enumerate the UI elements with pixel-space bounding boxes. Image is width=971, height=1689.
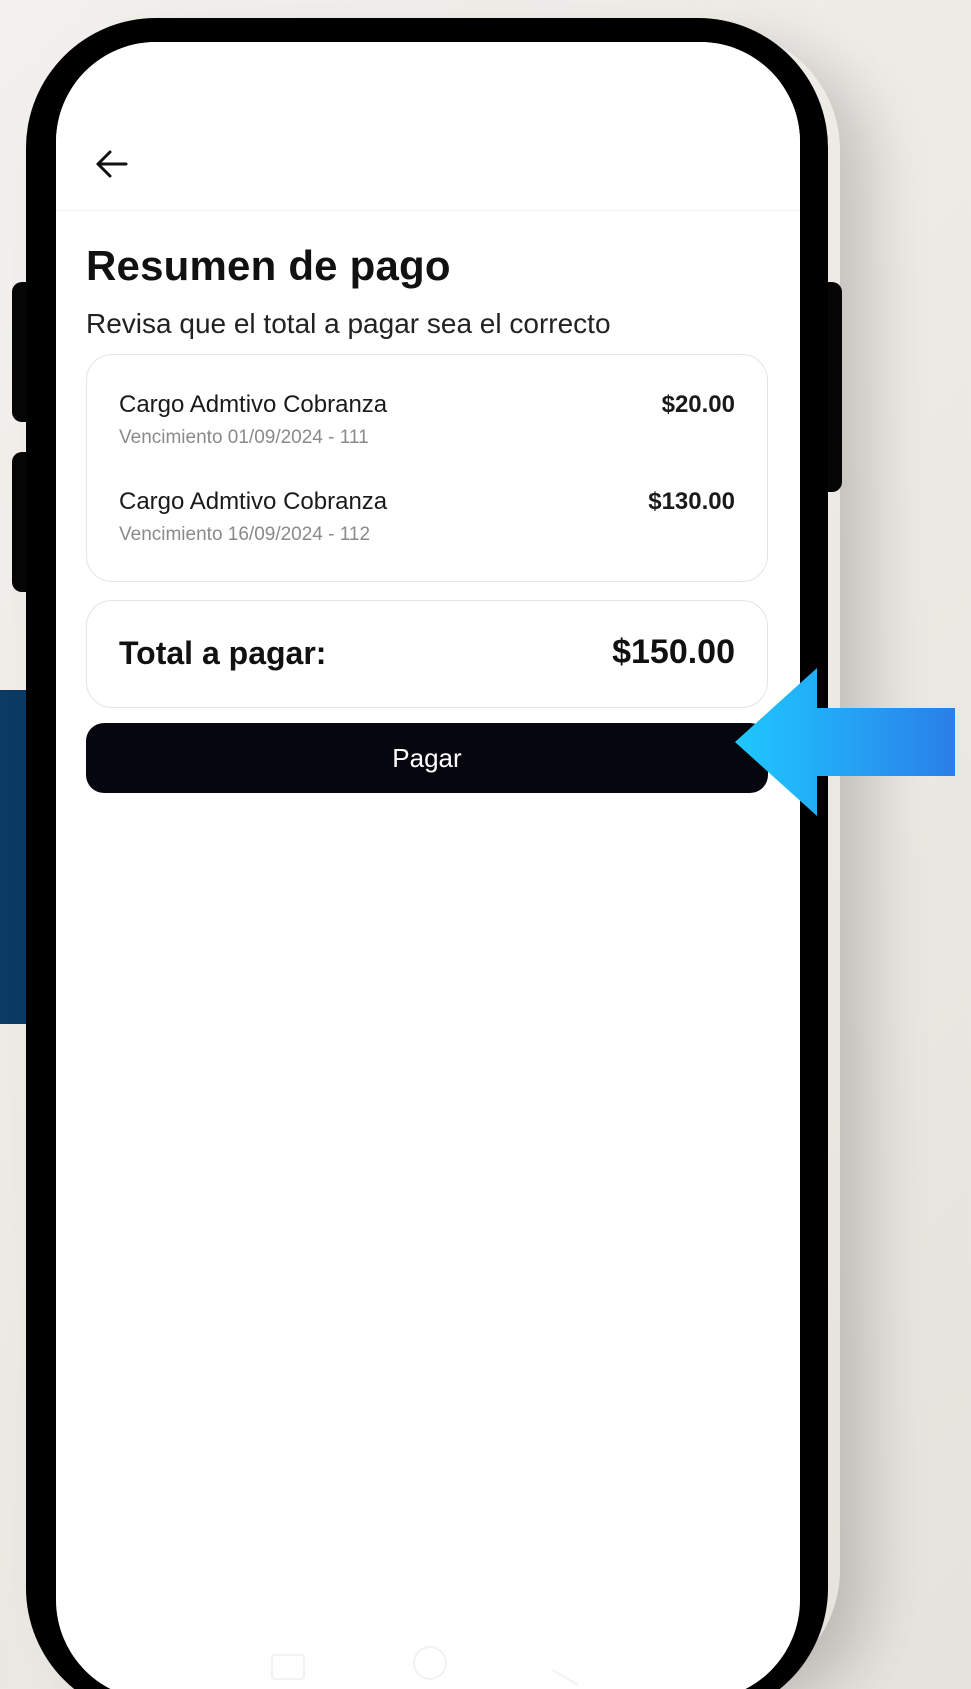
- nav-hint-recent: [271, 1654, 305, 1680]
- charge-amount: $130.00: [648, 488, 735, 515]
- total-label: Total a pagar:: [119, 635, 327, 671]
- phone-screen: Resumen de pago Revisa que el total a pa…: [56, 42, 800, 1689]
- charge-due-date: Vencimiento 16/09/2024 - 112: [119, 524, 371, 545]
- charge-item: Cargo Admtivo Cobranza Vencimiento 01/09…: [119, 391, 735, 461]
- charges-card: Cargo Admtivo Cobranza Vencimiento 01/09…: [86, 354, 768, 582]
- total-card: Total a pagar: $150.00: [86, 600, 768, 708]
- phone-frame: Resumen de pago Revisa que el total a pa…: [26, 18, 828, 1689]
- charge-item: Cargo Admtivo Cobranza Vencimiento 16/09…: [119, 488, 735, 558]
- charge-name: Cargo Admtivo Cobranza: [119, 488, 388, 515]
- pointer-arrow-icon: [735, 668, 955, 816]
- top-app-bar: [56, 42, 800, 211]
- page-title: Resumen de pago: [86, 242, 451, 289]
- nav-hint-back: [552, 1650, 590, 1686]
- pay-button[interactable]: Pagar: [86, 723, 768, 793]
- charge-due-date: Vencimiento 01/09/2024 - 111: [119, 427, 369, 448]
- nav-hint-home: [413, 1646, 447, 1680]
- page-subtitle: Revisa que el total a pagar sea el corre…: [86, 308, 611, 339]
- charge-name: Cargo Admtivo Cobranza: [119, 391, 388, 418]
- arrow-left-icon[interactable]: [92, 144, 132, 184]
- total-amount: $150.00: [612, 633, 735, 671]
- charge-amount: $20.00: [661, 391, 735, 418]
